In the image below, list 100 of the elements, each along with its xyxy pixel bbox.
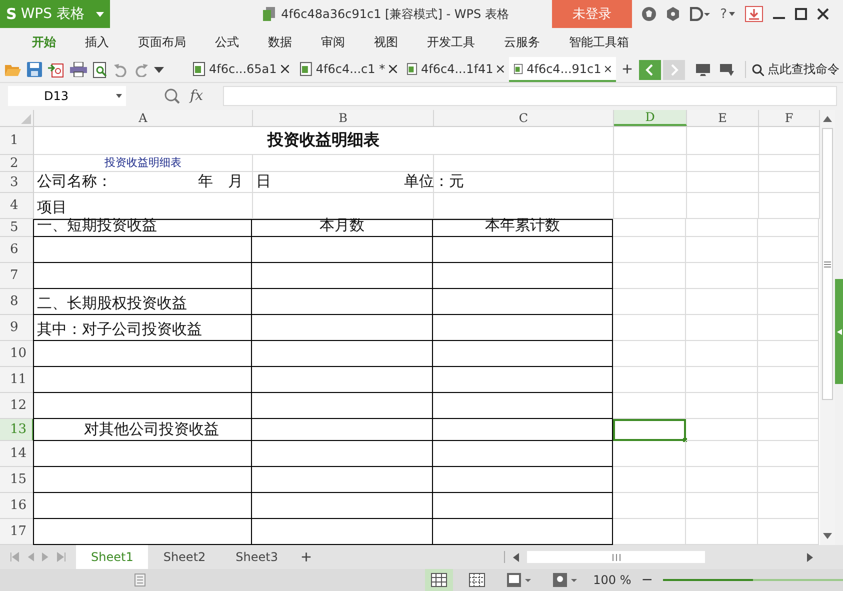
side-panel-toggle[interactable] bbox=[835, 279, 843, 384]
scrollbar-thumb[interactable] bbox=[527, 551, 705, 563]
close-icon[interactable] bbox=[389, 64, 397, 73]
preview-icon[interactable] bbox=[93, 62, 108, 78]
export-icon[interactable] bbox=[48, 62, 64, 78]
scroll-up-icon[interactable] bbox=[823, 116, 832, 122]
menu-tab[interactable]: 公式 bbox=[203, 34, 251, 52]
menu-tab[interactable]: 数据 bbox=[256, 34, 304, 52]
row-header[interactable]: 13 bbox=[0, 419, 34, 441]
normal-view-button[interactable] bbox=[425, 569, 454, 591]
close-icon[interactable] bbox=[817, 8, 829, 20]
share-icon[interactable] bbox=[690, 7, 710, 21]
table-cell bbox=[758, 493, 819, 519]
sheet-tab[interactable]: Sheet2 bbox=[148, 545, 221, 569]
cell-text: 公司名称： bbox=[37, 172, 112, 191]
new-tab-button[interactable]: + bbox=[616, 59, 639, 80]
table-cell: 对其他公司投资收益 bbox=[33, 419, 252, 441]
download-icon[interactable] bbox=[745, 6, 763, 22]
menu-tab[interactable]: 视图 bbox=[362, 34, 410, 52]
caret-icon[interactable] bbox=[154, 66, 164, 73]
name-box[interactable]: D13 bbox=[8, 86, 126, 106]
row-header[interactable]: 8 bbox=[0, 289, 34, 315]
search-label: 点此查找命令 bbox=[768, 61, 840, 78]
table-cell bbox=[686, 493, 758, 519]
menu-tab[interactable]: 审阅 bbox=[309, 34, 357, 52]
tab-label: 4f6c4...c1 * bbox=[316, 62, 386, 76]
row-header[interactable]: 17 bbox=[0, 519, 34, 545]
row-header[interactable]: 5 bbox=[0, 219, 34, 237]
scrollbar-thumb[interactable] bbox=[822, 128, 833, 400]
menu-tab[interactable]: 插入 bbox=[73, 34, 121, 52]
menu-tab[interactable]: 开发工具 bbox=[415, 34, 487, 52]
menu-tab[interactable]: 开始 bbox=[20, 34, 68, 52]
previous-button[interactable] bbox=[638, 60, 661, 80]
add-sheet-button[interactable]: + bbox=[292, 546, 320, 568]
document-tab[interactable]: 4f6c4...1f41 bbox=[402, 57, 509, 82]
table-cell bbox=[686, 467, 758, 493]
table-cell bbox=[687, 193, 759, 219]
row-header[interactable]: 11 bbox=[0, 367, 34, 393]
row-header[interactable]: 10 bbox=[0, 341, 34, 367]
row-header[interactable]: 12 bbox=[0, 393, 34, 419]
tab-label: 4f6c4...1f41 bbox=[421, 62, 494, 76]
column-header[interactable]: A bbox=[34, 110, 253, 126]
menu-tab[interactable]: 页面布局 bbox=[126, 34, 198, 52]
maximize-icon[interactable] bbox=[795, 8, 807, 20]
column-header[interactable]: D bbox=[614, 110, 687, 126]
zoom-icon[interactable] bbox=[164, 88, 180, 104]
column-header[interactable]: B bbox=[253, 110, 434, 126]
row-header[interactable]: 7 bbox=[0, 263, 34, 289]
table-cell bbox=[686, 315, 758, 341]
monitor-icon[interactable] bbox=[694, 62, 711, 77]
window-title: 4f6c48a36c91c1 [兼容模式] - WPS 表格 bbox=[281, 6, 509, 22]
scroll-down-icon[interactable] bbox=[823, 533, 832, 539]
sheet-tab[interactable]: Sheet3 bbox=[220, 545, 293, 569]
table-cell bbox=[758, 419, 819, 441]
cell-text: 单位：元 bbox=[404, 172, 464, 191]
row-header[interactable]: 9 bbox=[0, 315, 34, 341]
row-header[interactable]: 3 bbox=[0, 172, 34, 193]
row-header[interactable]: 2 bbox=[0, 155, 34, 172]
table-cell bbox=[758, 341, 819, 367]
row-header[interactable]: 15 bbox=[0, 467, 34, 493]
inbox-icon[interactable] bbox=[718, 62, 735, 77]
table-cell: 项目 bbox=[34, 193, 253, 219]
row-header[interactable]: 4 bbox=[0, 193, 34, 219]
table-cell bbox=[686, 393, 758, 419]
document-tab[interactable]: 4f6c4...c1 * bbox=[295, 57, 402, 82]
spreadsheet-file-icon bbox=[193, 62, 205, 76]
row-header[interactable]: 6 bbox=[0, 237, 34, 263]
tab-label: 4f6c...65a1 bbox=[209, 62, 277, 76]
table-cell bbox=[686, 419, 758, 441]
menu-tab[interactable]: 云服务 bbox=[492, 34, 552, 52]
close-icon[interactable] bbox=[497, 64, 504, 73]
caret-icon bbox=[116, 94, 122, 98]
dashed-grid-icon bbox=[469, 573, 486, 587]
selected-cell[interactable] bbox=[613, 419, 686, 441]
table-cell bbox=[686, 263, 758, 289]
cube-icon[interactable] bbox=[666, 7, 680, 21]
scroll-right-icon[interactable] bbox=[807, 552, 813, 562]
row-header[interactable]: 16 bbox=[0, 493, 34, 519]
zoom-out-button[interactable]: − bbox=[641, 572, 653, 588]
document-tab[interactable]: 4f6c...65a1 bbox=[188, 57, 295, 82]
sheet-tab[interactable]: Sheet1 bbox=[76, 545, 148, 569]
row-header[interactable]: 1 bbox=[0, 127, 34, 155]
app-menu-button[interactable]: S WPS 表格 bbox=[0, 0, 110, 28]
function-button[interactable]: fx bbox=[190, 88, 204, 104]
print-icon[interactable] bbox=[70, 62, 87, 78]
help-button[interactable]: ? bbox=[720, 6, 735, 22]
close-icon[interactable] bbox=[280, 64, 289, 73]
save-icon[interactable] bbox=[27, 62, 42, 78]
menu-tab[interactable]: 智能工具箱 bbox=[557, 34, 641, 52]
command-search[interactable]: 点此查找命令 bbox=[744, 61, 840, 78]
document-tab[interactable]: 4f6c4...91c1 bbox=[509, 57, 616, 82]
close-icon[interactable] bbox=[605, 64, 611, 73]
column-header[interactable]: E bbox=[687, 110, 759, 126]
formula-input[interactable] bbox=[223, 86, 837, 106]
table-cell: 投资收益明细表 bbox=[34, 155, 253, 172]
row-header[interactable]: 14 bbox=[0, 441, 34, 467]
document-icon bbox=[263, 7, 276, 21]
scroll-left-icon[interactable] bbox=[513, 552, 519, 562]
table-cell bbox=[758, 393, 819, 419]
table-cell bbox=[758, 237, 819, 263]
